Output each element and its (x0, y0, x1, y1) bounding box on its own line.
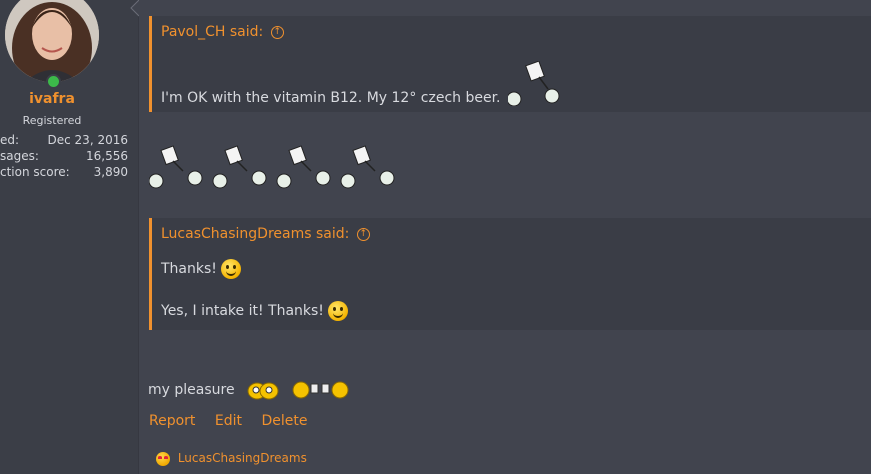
edit-link[interactable]: Edit (215, 413, 242, 429)
quote-block-pavol: Pavol_CH said: ↑ I'm OK with the vitamin… (149, 16, 871, 112)
smile-icon (221, 259, 242, 279)
reaction-user[interactable]: LucasChasingDreams (178, 451, 307, 465)
post-body: Pavol_CH said: ↑ I'm OK with the vitamin… (139, 0, 871, 474)
stat-label: sages: (0, 149, 39, 163)
smile-icon (328, 301, 349, 321)
picket-smiley-icon (340, 145, 395, 189)
stat-joined: ed: Dec 23, 2016 (0, 133, 128, 149)
stat-messages: sages: 16,556 (0, 149, 128, 165)
quote-author[interactable]: LucasChasingDreams said: ↑ (161, 226, 370, 242)
love-reaction-icon (156, 451, 170, 466)
picket-smiley-icon (212, 145, 267, 189)
picket-smiley-icon (276, 145, 331, 189)
avatar[interactable] (5, 0, 99, 82)
quote-line: Thanks! (161, 259, 242, 279)
stat-value: 16,556 (86, 149, 128, 163)
delete-link[interactable]: Delete (261, 413, 307, 429)
post-message-text: my pleasure (148, 382, 235, 398)
stat-label: ed: (0, 133, 20, 147)
stat-value: 3,890 (93, 165, 128, 179)
username[interactable]: ivafra (0, 91, 104, 107)
picket-smileys-row (149, 145, 395, 189)
panel-arrow-icon (130, 0, 139, 17)
quote-line-text: Yes, I intake it! Thanks! (161, 303, 324, 319)
stat-label: ction score: (0, 165, 70, 179)
report-link[interactable]: Report (149, 413, 195, 429)
reaction-summary[interactable]: LucasChasingDreams (156, 451, 307, 466)
jump-to-quote-icon[interactable]: ↑ (356, 227, 370, 241)
user-panel: ivafra Registered ed: Dec 23, 2016 sages… (0, 0, 139, 474)
quote-author-label[interactable]: LucasChasingDreams said: (161, 226, 349, 242)
quote-text-content: I'm OK with the vitamin B12. My 12° czec… (161, 90, 501, 106)
quote-author-label[interactable]: Pavol_CH said: (161, 24, 263, 40)
jump-to-quote-icon[interactable]: ↑ (270, 25, 284, 39)
stat-reaction-score: ction score: 3,890 (0, 165, 128, 181)
cheers-smileys-icon (247, 381, 349, 400)
quote-line: Yes, I intake it! Thanks! (161, 301, 349, 321)
picket-smiley-icon (149, 145, 203, 189)
stat-value: Dec 23, 2016 (47, 133, 128, 147)
online-status-icon (46, 74, 61, 89)
post-actions: Report Edit Delete (149, 413, 322, 429)
quote-block-lucas: LucasChasingDreams said: ↑ Thanks! Yes, … (149, 218, 871, 330)
quote-author[interactable]: Pavol_CH said: ↑ (161, 24, 284, 40)
quote-text: I'm OK with the vitamin B12. My 12° czec… (161, 90, 501, 106)
quote-line-text: Thanks! (161, 261, 217, 277)
post-message: my pleasure (148, 379, 355, 401)
picket-smiley-icon (508, 61, 560, 106)
user-title: Registered (22, 114, 82, 127)
